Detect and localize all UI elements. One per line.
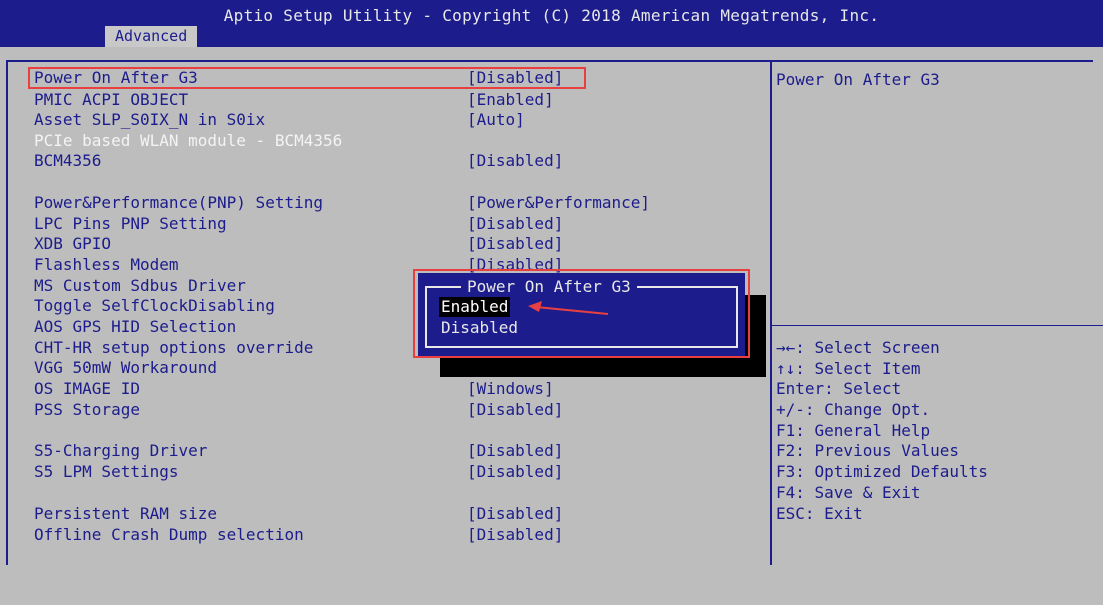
setting-label: Power&Performance(PNP) Setting bbox=[34, 193, 323, 212]
setting-value[interactable]: [Power&Performance] bbox=[467, 193, 650, 213]
selected-item-annotation bbox=[28, 67, 586, 89]
setting-asset-slp-s0ix[interactable]: Asset SLP_S0IX_N in S0ix [Auto] bbox=[34, 110, 525, 130]
setting-label: CHT-HR setup options override bbox=[34, 338, 314, 357]
setting-label: OS IMAGE ID bbox=[34, 379, 140, 398]
setting-label: PSS Storage bbox=[34, 400, 140, 419]
setting-vgg-50mw[interactable]: VGG 50mW Workaround bbox=[34, 358, 217, 378]
setting-value[interactable]: [Enabled] bbox=[467, 90, 554, 110]
setting-label: BCM4356 bbox=[34, 151, 102, 170]
setting-value[interactable]: [Disabled] bbox=[467, 214, 563, 234]
setting-s5-charging-driver[interactable]: S5-Charging Driver [Disabled] bbox=[34, 441, 563, 461]
setting-label: MS Custom Sdbus Driver bbox=[34, 276, 246, 295]
setting-label: S5-Charging Driver bbox=[34, 441, 208, 460]
setting-aos-gps-hid[interactable]: AOS GPS HID Selection bbox=[34, 317, 236, 337]
setting-value[interactable]: [Auto] bbox=[467, 110, 525, 130]
setting-value[interactable]: [Disabled] bbox=[467, 525, 563, 545]
setting-value[interactable]: [Disabled] bbox=[467, 462, 563, 482]
key-hint: Enter: Select bbox=[776, 379, 902, 399]
setting-pmic-acpi-object[interactable]: PMIC ACPI OBJECT [Enabled] bbox=[34, 90, 554, 110]
setting-label: Asset SLP_S0IX_N in S0ix bbox=[34, 110, 266, 129]
setting-cht-hr-override[interactable]: CHT-HR setup options override bbox=[34, 338, 313, 358]
setting-label: VGG 50mW Workaround bbox=[34, 358, 218, 377]
setting-value[interactable]: [Disabled] bbox=[467, 441, 563, 461]
setting-persistent-ram[interactable]: Persistent RAM size [Disabled] bbox=[34, 504, 563, 524]
annotation-arrow-icon bbox=[528, 301, 609, 315]
setting-lpc-pins-pnp[interactable]: LPC Pins PNP Setting [Disabled] bbox=[34, 214, 563, 234]
section-heading: PCIe based WLAN module - BCM4356 bbox=[34, 131, 343, 150]
setting-offline-crash-dump[interactable]: Offline Crash Dump selection [Disabled] bbox=[34, 525, 563, 545]
setting-pss-storage[interactable]: PSS Storage [Disabled] bbox=[34, 400, 563, 420]
setting-xdb-gpio[interactable]: XDB GPIO [Disabled] bbox=[34, 234, 563, 254]
key-legend: →←: Select Screen ↑↓: Select Item Enter:… bbox=[776, 338, 988, 524]
window-title: Aptio Setup Utility - Copyright (C) 2018… bbox=[223, 6, 880, 25]
setting-label: PMIC ACPI OBJECT bbox=[34, 90, 189, 109]
setting-flashless-modem[interactable]: Flashless Modem [Disabled] bbox=[34, 255, 563, 275]
setting-label: Flashless Modem bbox=[34, 255, 179, 274]
key-hint: →←: Select Screen bbox=[776, 338, 940, 357]
setting-bcm4356[interactable]: BCM4356 [Disabled] bbox=[34, 151, 563, 171]
section-heading-wlan: PCIe based WLAN module - BCM4356 bbox=[34, 131, 342, 151]
key-hint: F3: Optimized Defaults bbox=[776, 462, 988, 482]
setting-label: LPC Pins PNP Setting bbox=[34, 214, 227, 233]
key-hint: +/-: Change Opt. bbox=[776, 400, 931, 420]
key-hint: F2: Previous Values bbox=[776, 441, 960, 461]
tab-advanced[interactable]: Advanced bbox=[105, 26, 198, 47]
setting-value[interactable]: [Disabled] bbox=[467, 151, 563, 171]
setting-label: S5 LPM Settings bbox=[34, 462, 179, 481]
setting-value[interactable]: [Windows] bbox=[467, 379, 554, 399]
setting-s5-lpm[interactable]: S5 LPM Settings [Disabled] bbox=[34, 462, 563, 482]
panel-divider bbox=[770, 60, 772, 565]
key-hint: ESC: Exit bbox=[776, 503, 863, 523]
setting-toggle-selfclock[interactable]: Toggle SelfClockDisabling bbox=[34, 296, 275, 316]
key-hint: F1: General Help bbox=[776, 420, 931, 440]
setting-value[interactable]: [Disabled] bbox=[467, 504, 563, 524]
setting-label: XDB GPIO bbox=[34, 234, 112, 253]
help-divider bbox=[772, 325, 1103, 326]
setting-ms-custom-sdbus[interactable]: MS Custom Sdbus Driver bbox=[34, 276, 246, 296]
setting-os-image-id[interactable]: OS IMAGE ID [Windows] bbox=[34, 379, 554, 399]
title-bar: Aptio Setup Utility - Copyright (C) 2018… bbox=[0, 0, 1103, 47]
help-title: Power On After G3 bbox=[776, 70, 940, 89]
setting-label: Offline Crash Dump selection bbox=[34, 525, 304, 544]
key-hint: F4: Save & Exit bbox=[776, 482, 921, 502]
setting-label: AOS GPS HID Selection bbox=[34, 317, 237, 336]
setting-pnp-setting[interactable]: Power&Performance(PNP) Setting [Power&Pe… bbox=[34, 193, 650, 213]
key-hint: ↑↓: Select Item bbox=[776, 358, 921, 378]
setting-value[interactable]: [Disabled] bbox=[467, 234, 563, 254]
setting-value[interactable]: [Disabled] bbox=[467, 400, 563, 420]
setting-label: Toggle SelfClockDisabling bbox=[34, 296, 275, 315]
setting-label: Persistent RAM size bbox=[34, 504, 218, 523]
